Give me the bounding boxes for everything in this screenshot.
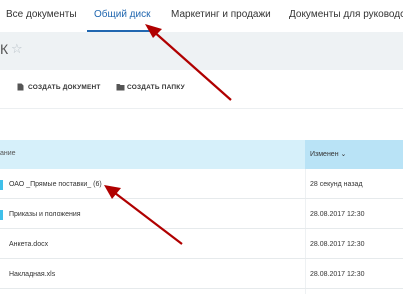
sort-chevron-icon: ⌄ — [340, 151, 347, 158]
create-document-button[interactable]: СОЗДАТЬ ДОКУМЕНТ — [28, 84, 101, 91]
row-name[interactable]: ОАО _Прямые поставки_ (6) — [9, 181, 102, 188]
row-modified: 28.08.2017 12:30 — [310, 211, 365, 218]
tab-management-documents[interactable]: Документы для руководства — [289, 9, 403, 20]
row-modified: 28.08.2017 12:30 — [310, 271, 365, 278]
tab-marketing-sales[interactable]: Маркетинг и продажи — [171, 9, 271, 20]
row-name[interactable]: Приказы и положения — [9, 211, 81, 218]
title-band — [0, 32, 403, 70]
row-modified: 28 секунд назад — [310, 181, 363, 188]
row-name[interactable]: Накладная.xls — [9, 271, 55, 278]
create-folder-button[interactable]: СОЗДАТЬ ПАПКУ — [127, 84, 185, 91]
row-modified: 28.08.2017 12:30 — [310, 241, 365, 248]
page-title: К — [0, 41, 9, 57]
folder-marker — [0, 180, 3, 190]
tab-bar: Все документы Общий диск Маркетинг и про… — [0, 0, 403, 33]
star-icon[interactable]: ☆ — [11, 41, 23, 57]
row-name[interactable]: Анкета.docx — [9, 241, 48, 248]
folder-icon — [116, 84, 125, 91]
tab-all-documents[interactable]: Все документы — [6, 9, 77, 20]
document-icon — [17, 83, 24, 91]
folder-marker — [0, 210, 3, 220]
column-header-modified[interactable]: Изменен ⌄ — [310, 150, 346, 158]
column-header-name[interactable]: ание — [0, 150, 16, 157]
tab-shared-disk[interactable]: Общий диск — [94, 9, 150, 20]
